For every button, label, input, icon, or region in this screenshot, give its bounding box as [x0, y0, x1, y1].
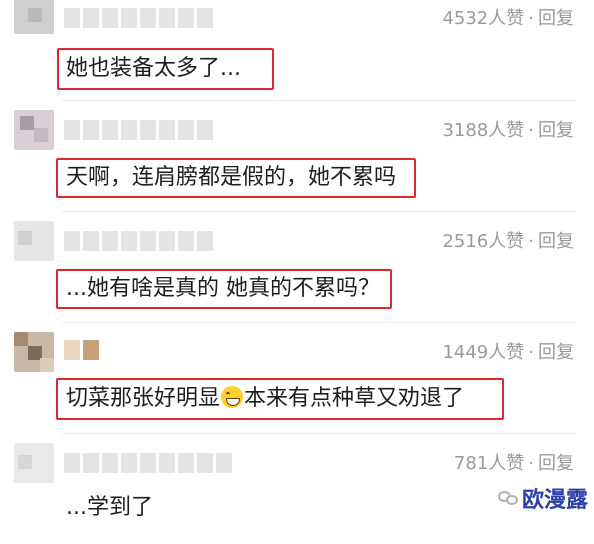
like-count[interactable]: 1449人赞: [442, 342, 524, 363]
comment-item: 3188人赞 · 回复 天啊，连肩膀都是假的，她不累吗: [0, 100, 594, 211]
watermark: 欧漫露: [497, 482, 588, 514]
comment-text: ...她有啥是真的 她真的不累吗？: [66, 276, 380, 301]
avatar[interactable]: [14, 110, 54, 150]
comment-text: ...学到了: [66, 495, 153, 520]
avatar[interactable]: [14, 332, 54, 372]
reply-button[interactable]: 回复: [538, 342, 574, 363]
username-blurred[interactable]: [64, 453, 232, 473]
like-count[interactable]: 781人赞: [454, 453, 524, 474]
like-count[interactable]: 4532人赞: [442, 8, 524, 29]
reply-button[interactable]: 回复: [538, 120, 574, 141]
comment-text-part: 本来有点种草又劝退了: [244, 386, 465, 411]
reply-button[interactable]: 回复: [538, 231, 574, 252]
reply-button[interactable]: 回复: [538, 453, 574, 474]
comment-meta: 1449人赞 · 回复: [442, 342, 574, 363]
comment-item: 4532人赞 · 回复 她也装备太多了...: [0, 0, 594, 111]
avatar[interactable]: [14, 443, 54, 483]
comment-text: 切菜那张好明显 本来有点种草又劝退了: [66, 384, 464, 414]
avatar[interactable]: [14, 0, 54, 34]
username-blurred[interactable]: [64, 8, 213, 28]
avatar[interactable]: [14, 221, 54, 261]
comment-text: 天啊，连肩膀都是假的，她不累吗: [66, 165, 397, 190]
comment-meta: 4532人赞 · 回复: [442, 8, 574, 29]
watermark-text: 欧漫露: [521, 488, 588, 513]
like-count[interactable]: 2516人赞: [442, 231, 524, 252]
comment-meta: 781人赞 · 回复: [453, 453, 574, 474]
comment-item: 2516人赞 · 回复 ...她有啥是真的 她真的不累吗？: [0, 211, 594, 322]
like-count[interactable]: 3188人赞: [442, 120, 524, 141]
wechat-icon: [497, 489, 518, 507]
grinning-sweat-emoji-icon: [221, 386, 244, 408]
username-blurred[interactable]: [64, 340, 99, 360]
comment-meta: 2516人赞 · 回复: [442, 231, 574, 252]
comment-text-part: 切菜那张好明显: [66, 386, 221, 411]
username-blurred[interactable]: [64, 231, 213, 251]
comment-text: 她也装备太多了...: [66, 56, 241, 81]
username-blurred[interactable]: [64, 120, 213, 140]
comment-item: 1449人赞 · 回复 切菜那张好明显 本来有点种草又劝退了: [0, 322, 594, 433]
reply-button[interactable]: 回复: [538, 8, 574, 29]
comment-meta: 3188人赞 · 回复: [442, 120, 574, 141]
